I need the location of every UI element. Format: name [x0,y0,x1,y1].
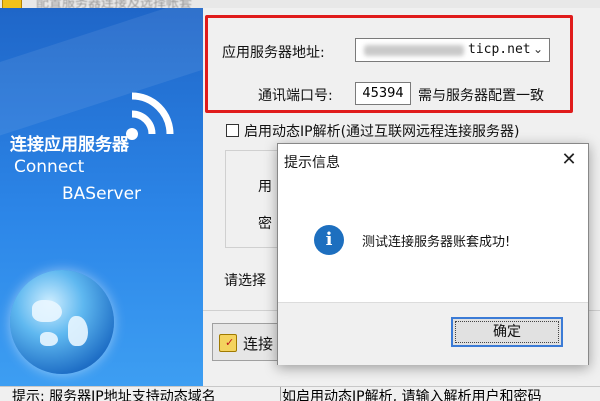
select-account-label: 请选择 [224,273,266,289]
dialog-footer: 确定 [278,302,588,365]
port-input[interactable]: 45394 [355,82,411,105]
ok-button[interactable]: 确定 [451,317,563,347]
banner-title-en-1: Connect [14,157,85,177]
chevron-down-icon[interactable]: ⌄ [533,42,543,56]
banner-title-en-2: BAServer [62,184,142,204]
server-address-value: ticp.net [468,42,531,57]
title-bar: 配置服务器连接及选择帐套 [0,0,600,8]
dynamic-ip-checkbox[interactable] [226,124,239,137]
dialog-message: 测试连接服务器账套成功! [362,235,511,250]
dynamic-ip-label[interactable]: 启用动态IP解析(通过互联网远程连接服务器) [244,121,520,141]
connect-icon [219,334,237,352]
password-label: 密 [258,216,272,232]
status-left: 提示: 服务器IP地址支持动态域名 [0,387,281,401]
connect-button-label: 连接 [243,335,274,353]
port-label: 通讯端口号: [258,88,333,104]
status-right: 如启用动态IP解析, 请输入解析用户和密码 [282,389,542,401]
dialog-title-bar: 提示信息 ✕ [278,144,588,176]
user-label: 用 [258,179,272,195]
info-icon: i [314,225,344,255]
dialog-title: 提示信息 [284,155,340,171]
app-icon [2,0,22,8]
banner-title-cn: 连接应用服务器 [10,135,129,155]
globe-icon [10,270,114,374]
window-title: 配置服务器连接及选择帐套 [36,0,193,8]
status-bar: 提示: 服务器IP地址支持动态域名 如启用动态IP解析, 请输入解析用户和密码 [0,386,600,401]
close-icon[interactable]: ✕ [556,148,582,172]
message-dialog: 提示信息 ✕ i 测试连接服务器账套成功! 确定 [277,143,589,365]
port-hint: 需与服务器配置一致 [418,88,544,104]
server-address-label: 应用服务器地址: [222,45,325,61]
server-address-combo[interactable]: ticp.net ⌄ [355,38,550,62]
banner-panel: 连接应用服务器 Connect BAServer [0,8,203,386]
redacted-host [364,45,464,56]
dialog-body: i 测试连接服务器账套成功! [278,176,588,302]
